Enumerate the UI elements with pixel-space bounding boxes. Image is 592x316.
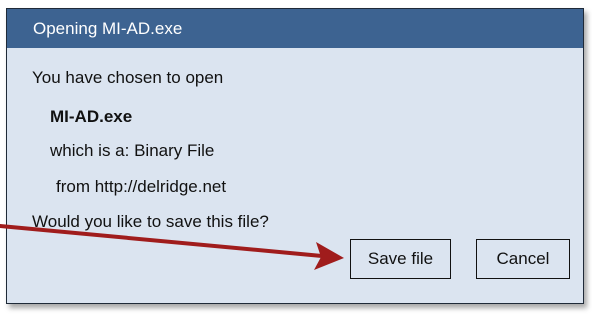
filename-text: MI-AD.exe: [50, 107, 133, 126]
dialog-title: Opening MI-AD.exe: [33, 19, 183, 38]
save-file-button[interactable]: Save file: [350, 239, 451, 279]
dialog-titlebar: Opening MI-AD.exe: [7, 9, 583, 48]
cancel-button[interactable]: Cancel: [476, 239, 570, 279]
file-source-text: from http://delridge.net: [56, 177, 227, 196]
open-file-dialog: Opening MI-AD.exe You have chosen to ope…: [6, 8, 584, 304]
file-type-text: which is a: Binary File: [50, 141, 215, 160]
save-question-text: Would you like to save this file?: [32, 212, 269, 231]
intro-text: You have chosen to open: [32, 68, 224, 87]
